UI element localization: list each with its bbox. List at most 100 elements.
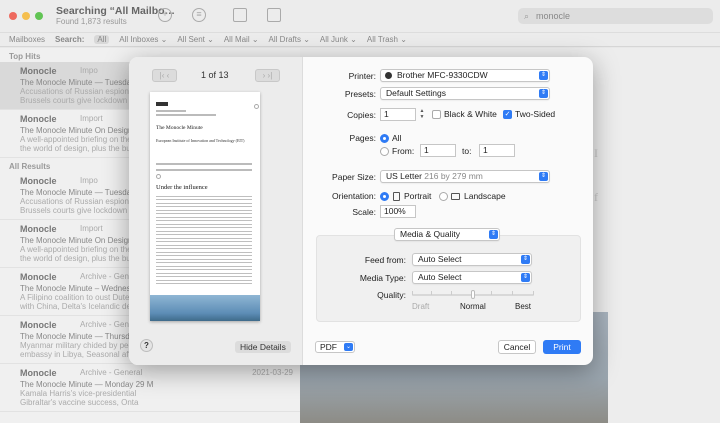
portrait-radio[interactable] <box>380 192 389 201</box>
slider-tick <box>533 291 534 295</box>
text-line <box>156 217 252 221</box>
copies-input[interactable]: 1 <box>380 108 416 121</box>
scope-drafts[interactable]: All Drafts ⌄ <box>269 35 310 44</box>
section-select[interactable]: Media & Quality ⇕ <box>394 228 500 241</box>
chevron-updown-icon: ⇕ <box>521 273 530 282</box>
add-icon[interactable]: + <box>158 8 172 22</box>
landscape-radio[interactable] <box>439 192 448 201</box>
divider <box>156 163 252 165</box>
window-titlebar: Searching “All Mailbo… Found 1,873 resul… <box>0 0 720 32</box>
section-value: Media & Quality <box>400 229 460 239</box>
print-dialog: |‹ ‹ 1 of 13 › ›| The Monocle Minute Eur… <box>129 57 593 365</box>
preview-small-headline: European Institute of Innovation and Tec… <box>156 138 245 143</box>
message-from: Monocle <box>20 368 57 378</box>
printer-select[interactable]: Brother MFC-9330CDW ⇕ <box>380 69 550 82</box>
message-mailbox: Import <box>80 224 103 233</box>
help-button[interactable]: ? <box>140 339 153 352</box>
two-sided-label: Two-Sided <box>515 109 556 119</box>
quality-slider-knob[interactable] <box>471 290 475 299</box>
landscape-label: Landscape <box>464 191 506 201</box>
search-scope-label: Search: <box>55 35 85 44</box>
scope-trash[interactable]: All Trash ⌄ <box>367 35 407 44</box>
text-line <box>156 210 252 214</box>
from-input[interactable]: 1 <box>420 144 456 157</box>
text-line <box>156 259 252 263</box>
scope-mail[interactable]: All Mail ⌄ <box>224 35 259 44</box>
printer-value: Brother MFC-9330CDW <box>397 70 488 80</box>
pages-label: Pages: <box>349 133 376 143</box>
print-preview-pane: |‹ ‹ 1 of 13 › ›| The Monocle Minute Eur… <box>129 57 303 365</box>
page-thumbnail: The Monocle Minute European Institute of… <box>150 92 260 321</box>
presets-label: Presets: <box>344 89 376 99</box>
black-white-checkbox[interactable] <box>432 110 441 119</box>
close-window-button[interactable] <box>9 12 17 20</box>
quality-normal-label: Normal <box>460 302 486 311</box>
chevron-down-icon: ⌄ <box>344 343 353 351</box>
search-field[interactable]: ⌕ monocle <box>518 8 713 24</box>
message-mailbox: Archive - Gener <box>80 320 137 329</box>
list-item[interactable]: Monocle Archive - General 2021-03-29 The… <box>0 364 300 412</box>
pages-all-radio[interactable] <box>380 134 389 143</box>
scale-label: Scale: <box>352 207 376 217</box>
scope-all[interactable]: All <box>94 35 110 44</box>
preview-photo <box>150 295 260 321</box>
scope-sent[interactable]: All Sent ⌄ <box>177 35 214 44</box>
print-button[interactable]: Print <box>543 340 581 354</box>
hide-details-button[interactable]: Hide Details <box>235 341 291 353</box>
to-input[interactable]: 1 <box>479 144 515 157</box>
printer-label: Printer: <box>348 71 376 81</box>
text-line <box>156 231 252 235</box>
text-line <box>156 238 252 242</box>
scope-junk[interactable]: All Junk ⌄ <box>320 35 357 44</box>
mailboxes-button[interactable]: Mailboxes <box>9 35 45 44</box>
divider <box>156 169 252 171</box>
landscape-icon <box>451 193 460 200</box>
scale-input[interactable]: 100% <box>380 205 416 218</box>
paper-size-value: US Letter <box>386 171 422 181</box>
cancel-button[interactable]: Cancel <box>498 340 536 354</box>
zoom-window-button[interactable] <box>35 12 43 20</box>
paper-size-select[interactable]: US Letter 216 by 279 mm ⇕ <box>380 170 550 183</box>
filter-icon[interactable]: ≡ <box>192 8 206 22</box>
chevron-updown-icon: ⇕ <box>539 172 548 181</box>
pdf-menu-button[interactable]: PDF ⌄ <box>315 341 355 353</box>
preview-masthead: The Monocle Minute <box>156 125 203 131</box>
monocle-logo <box>156 102 168 106</box>
text-line <box>156 114 216 116</box>
chevron-updown-icon: ⇕ <box>521 255 530 264</box>
portrait-label: Portrait <box>404 191 432 201</box>
two-sided-checkbox[interactable]: ✓ <box>503 110 512 119</box>
text-line <box>156 280 252 284</box>
slider-tick <box>431 291 432 295</box>
text-line <box>156 273 252 277</box>
previous-page-button[interactable]: |‹ ‹ <box>152 69 177 82</box>
from-label: From: <box>392 146 415 156</box>
scope-inboxes[interactable]: All Inboxes ⌄ <box>119 35 167 44</box>
message-mailbox: Import <box>80 114 103 123</box>
copies-label: Copies: <box>347 110 376 120</box>
message-preview: Gibraltar's vaccine success, Onta <box>20 398 139 407</box>
slider-tick <box>491 291 492 295</box>
presets-value: Default Settings <box>386 88 447 98</box>
compose-icon[interactable] <box>267 8 281 22</box>
feed-from-select[interactable]: Auto Select ⇕ <box>412 253 532 266</box>
minimize-window-button[interactable] <box>22 12 30 20</box>
message-mailbox: Archive - Gene <box>80 272 134 281</box>
presets-select[interactable]: Default Settings ⇕ <box>380 87 550 100</box>
envelope-icon[interactable] <box>233 8 247 22</box>
text-line <box>156 245 252 249</box>
copies-stepper[interactable]: ▲ ▼ <box>418 108 426 121</box>
paper-size-label: Paper Size: <box>332 172 376 182</box>
message-mailbox: Archive - General <box>80 368 143 377</box>
paper-dims: 216 by 279 mm <box>424 171 483 181</box>
media-type-value: Auto Select <box>418 272 462 282</box>
reader-glyph: f <box>594 190 598 204</box>
pages-range-radio[interactable] <box>380 147 389 156</box>
window-subtitle: Found 1,873 results <box>56 17 127 26</box>
quality-label: Quality: <box>377 290 406 300</box>
search-icon: ⌕ <box>524 11 530 21</box>
search-input[interactable]: monocle <box>536 11 570 21</box>
media-type-select[interactable]: Auto Select ⇕ <box>412 271 532 284</box>
next-page-button[interactable]: › ›| <box>255 69 280 82</box>
text-line <box>156 224 252 228</box>
